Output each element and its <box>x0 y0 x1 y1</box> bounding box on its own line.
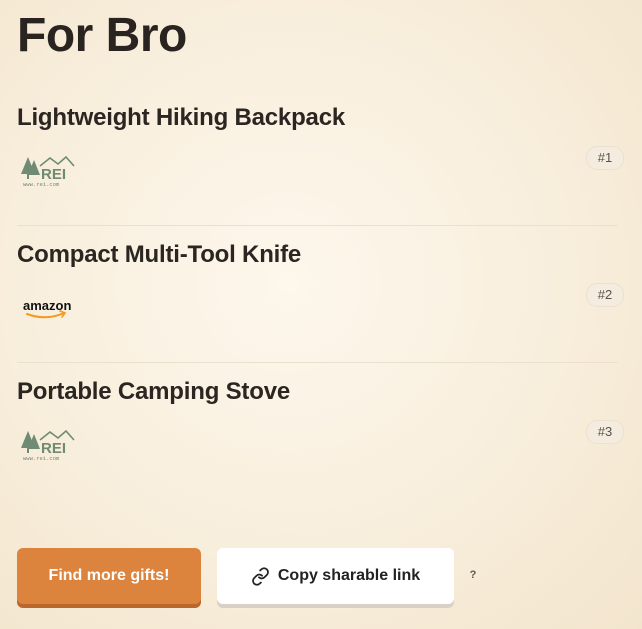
rank-badge: #2 <box>586 283 624 307</box>
rei-url-text: www.rei.com <box>23 181 60 188</box>
gift-name[interactable]: Lightweight Hiking Backpack <box>17 104 345 132</box>
gift-item[interactable]: Lightweight Hiking Backpack REI www.rei.… <box>0 100 642 237</box>
rei-logo[interactable]: REI www.rei.com <box>20 428 76 462</box>
gift-item[interactable]: Compact Multi-Tool Knife amazon #2 <box>0 225 642 374</box>
gift-name[interactable]: Portable Camping Stove <box>17 378 290 406</box>
rank-badge: #1 <box>586 146 624 170</box>
copy-link-label: Copy sharable link <box>277 567 421 584</box>
rank-badge: #3 <box>586 420 624 444</box>
gift-item[interactable]: Portable Camping Stove REI www.rei.com #… <box>0 362 642 511</box>
link-icon <box>252 566 269 586</box>
page-title: For Bro <box>17 9 187 62</box>
help-icon[interactable]: ? <box>464 566 482 584</box>
find-more-gifts-button[interactable]: Find more gifts! <box>17 548 201 604</box>
gift-list: Lightweight Hiking Backpack REI www.rei.… <box>0 100 642 511</box>
action-bar: Find more gifts! Copy sharable link ? <box>17 548 482 608</box>
gift-name[interactable]: Compact Multi-Tool Knife <box>17 241 301 269</box>
rei-url-text: www.rei.com <box>23 455 60 462</box>
amazon-logo[interactable]: amazon <box>20 291 76 325</box>
rei-logo[interactable]: REI www.rei.com <box>20 154 76 188</box>
amazon-logo-text: amazon <box>23 298 71 313</box>
copy-sharable-link-button[interactable]: Copy sharable link <box>217 548 454 604</box>
